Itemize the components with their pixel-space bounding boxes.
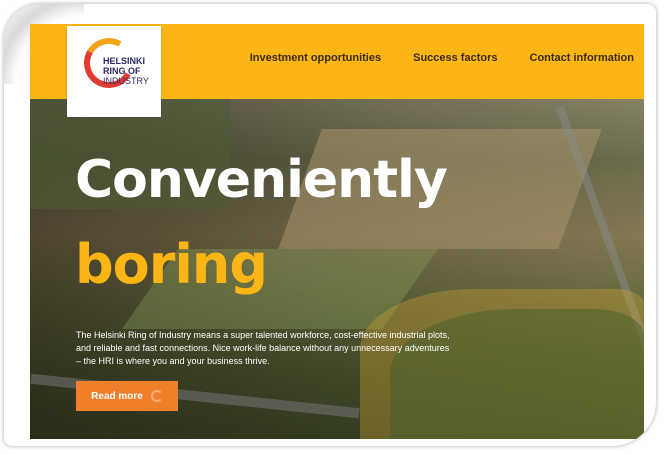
nav-contact-information[interactable]: Contact information [530, 52, 635, 64]
logo-line-2: RING OF [103, 66, 141, 76]
read-more-label: Read more [91, 390, 143, 402]
logo-line-3: INDUSTRY [103, 76, 149, 86]
loading-spinner-icon [150, 390, 163, 402]
logo-line-1: HELSINKI [103, 56, 146, 66]
page-curl-frame: Investment opportunities Success factors… [4, 4, 656, 446]
nav-success-factors[interactable]: Success factors [413, 52, 497, 64]
logo-wordmark: HELSINKI RING OF INDUSTRY [103, 56, 159, 86]
site-logo[interactable]: HELSINKI RING OF INDUSTRY [67, 26, 161, 117]
website-viewport: Investment opportunities Success factors… [30, 24, 644, 439]
hero-description: The Helsinki Ring of Industry means a su… [76, 330, 450, 366]
read-more-button[interactable]: Read more [76, 381, 178, 411]
main-nav: Investment opportunities Success factors… [250, 52, 634, 64]
hero-headline-line-2: boring [75, 233, 268, 296]
hero-headline-line-1: Conveniently [75, 150, 448, 210]
nav-investment-opportunities[interactable]: Investment opportunities [250, 52, 381, 64]
